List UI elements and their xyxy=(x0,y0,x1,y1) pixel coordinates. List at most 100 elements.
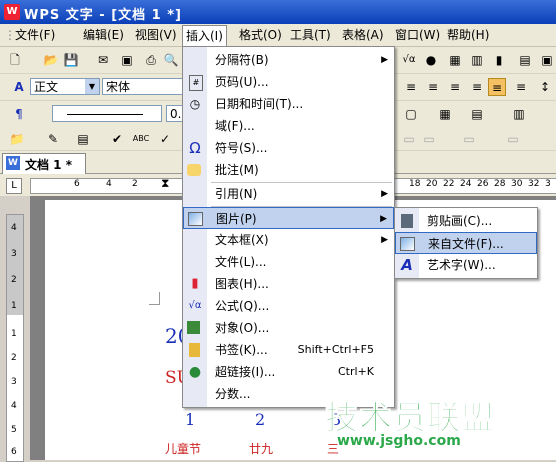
border-icon[interactable]: ▢ xyxy=(402,105,420,123)
formula-toolbar-icon[interactable]: √α xyxy=(400,51,418,69)
vertical-ruler: 4 3 2 1 1 2 3 4 5 6 xyxy=(6,214,24,462)
globe-icon[interactable]: ● xyxy=(422,51,440,69)
table-icon[interactable]: ▦ xyxy=(446,51,464,69)
print-icon[interactable]: ⎙ xyxy=(142,51,160,69)
review-icon[interactable]: ▭ xyxy=(504,130,522,148)
table-style-icon[interactable]: ▤ xyxy=(468,105,486,123)
calendar-holiday-2: 廿九 xyxy=(249,442,274,456)
menu-item-formula[interactable]: √α 公式(Q)... xyxy=(183,295,394,317)
open-folder-icon[interactable]: 📂 xyxy=(42,51,60,69)
align-center-icon[interactable]: ≡ xyxy=(424,78,442,96)
export-pdf-icon[interactable]: ▣ xyxy=(118,51,136,69)
omega-icon: Ω xyxy=(189,139,201,157)
list-icon[interactable]: ▤ xyxy=(74,130,92,148)
menu-item-chart[interactable]: ▮ 图表(H)... xyxy=(183,273,394,295)
show-hide-icon[interactable]: ▣ xyxy=(538,51,556,69)
accept-icon[interactable]: ▭ xyxy=(420,130,438,148)
vruler-tick: 3 xyxy=(11,377,17,387)
menu-window[interactable]: 窗口(W) xyxy=(392,27,443,43)
menu-tools[interactable]: 工具(T) xyxy=(287,27,334,43)
menu-item-clipart[interactable]: 剪贴画(C)... xyxy=(395,210,537,232)
title-bar: W WPS 文字 - [文档 1 *] xyxy=(0,0,556,24)
menu-item-hyperlink[interactable]: ● 超链接(I)... Ctrl+K xyxy=(183,361,394,383)
menu-item-file[interactable]: 文件(L)... xyxy=(183,251,394,273)
vruler-tick: 1 xyxy=(11,329,17,339)
menu-format[interactable]: 格式(O) xyxy=(236,27,285,43)
align-left-icon[interactable]: ≡ xyxy=(402,78,420,96)
menu-item-label: 艺术字(W)... xyxy=(427,258,496,272)
menu-item-reference[interactable]: 引用(N) ▶ xyxy=(183,183,394,205)
ruler-tick: 28 xyxy=(494,179,506,189)
print-preview-icon[interactable]: 🔍 xyxy=(162,51,180,69)
menu-item-label: 超链接(I)... xyxy=(215,365,276,379)
menu-item-textbox[interactable]: 文本框(X) ▶ xyxy=(183,229,394,251)
align-justify-icon[interactable]: ≡ xyxy=(468,78,486,96)
menu-edit[interactable]: 编辑(E) xyxy=(80,27,127,43)
folder-icon[interactable]: 📁 xyxy=(8,130,26,148)
insert-table-icon[interactable]: ▦ xyxy=(436,105,454,123)
menu-item-comment[interactable]: 批注(M) xyxy=(183,159,394,181)
menu-item-object[interactable]: 对象(O)... xyxy=(183,317,394,339)
submenu-arrow-icon: ▶ xyxy=(380,214,387,224)
merge-cells-icon[interactable]: ▥ xyxy=(510,105,528,123)
window-title: WPS 文字 - [文档 1 *] xyxy=(24,8,182,23)
menu-table[interactable]: 表格(A) xyxy=(339,27,387,43)
menu-item-datetime[interactable]: ◷ 日期和时间(T)... xyxy=(183,93,394,115)
indent-marker-icon[interactable]: ⧗ xyxy=(161,176,169,191)
menu-insert[interactable]: 插入(I) xyxy=(182,25,227,46)
document-map-icon[interactable]: ▤ xyxy=(516,51,534,69)
menu-item-page-number[interactable]: # 页码(U)... xyxy=(183,71,394,93)
style-combo[interactable]: 正文 ▼ xyxy=(30,78,100,95)
ruler-tick: 20 xyxy=(426,179,438,189)
new-document-icon[interactable]: 🗋 xyxy=(6,51,24,69)
menu-help[interactable]: 帮助(H) xyxy=(444,27,492,43)
menu-item-field[interactable]: 域(F)... xyxy=(183,115,394,137)
picture-icon xyxy=(188,212,203,226)
watermark: 技术员联盟 www.jsgho.com xyxy=(325,391,525,455)
chevron-down-icon[interactable]: ▼ xyxy=(85,79,99,94)
menu-item-label: 日期和时间(T)... xyxy=(215,97,304,111)
menu-item-wordart[interactable]: A 艺术字(W)... xyxy=(395,254,537,276)
menu-view[interactable]: 视图(V) xyxy=(132,27,180,43)
menu-item-bookmark[interactable]: 书签(K)... Shift+Ctrl+F5 xyxy=(183,339,394,361)
chart-icon: ▮ xyxy=(191,276,199,291)
bookmark-icon xyxy=(189,343,200,357)
abc-icon[interactable]: ABC xyxy=(132,130,150,148)
reject-icon[interactable]: ▭ xyxy=(460,130,478,148)
chart-toolbar-icon[interactable]: ▮ xyxy=(490,51,508,69)
ruler-tick: 32 xyxy=(528,179,540,189)
insert-menu: 分隔符(B) ▶ # 页码(U)... ◷ 日期和时间(T)... 域(F)..… xyxy=(182,46,395,408)
menu-item-label: 分数... xyxy=(215,387,251,401)
send-icon[interactable]: ✉ xyxy=(94,51,112,69)
save-icon[interactable]: 💾 xyxy=(62,51,80,69)
line-spacing-icon[interactable]: ↕ xyxy=(536,78,554,96)
document-tab[interactable]: W 文档 1 * xyxy=(2,153,86,174)
menubar-grip: ⋮ xyxy=(4,28,16,42)
calendar-day-2: 2 xyxy=(255,410,266,429)
line-style-combo[interactable] xyxy=(52,105,162,122)
menu-item-separator[interactable]: 分隔符(B) ▶ xyxy=(183,49,394,71)
comment-toolbar-icon[interactable]: ▭ xyxy=(400,130,418,148)
spelling-icon[interactable]: ✔ xyxy=(108,130,126,148)
columns-icon[interactable]: ▥ xyxy=(468,51,486,69)
track-changes-icon[interactable]: ✓ xyxy=(156,130,174,148)
style-combo-value: 正文 xyxy=(34,80,59,94)
edit-icon[interactable]: ✎ xyxy=(44,130,62,148)
line-sample xyxy=(67,114,143,115)
distribute-icon[interactable]: ≡ xyxy=(488,78,506,96)
menu-item-picture[interactable]: 图片(P) ▶ xyxy=(183,207,394,229)
ruler-tick: 3 xyxy=(545,179,551,189)
formula-icon: √α xyxy=(188,300,202,311)
menu-item-symbol[interactable]: Ω 符号(S)... xyxy=(183,137,394,159)
menu-item-from-file[interactable]: 来自文件(F)... xyxy=(395,232,537,254)
styles-icon[interactable]: A xyxy=(10,78,28,96)
text-direction-icon[interactable]: ¶ xyxy=(10,105,28,123)
picture-submenu: 剪贴画(C)... 来自文件(F)... A 艺术字(W)... xyxy=(394,207,538,279)
align-icon[interactable]: ≡ xyxy=(512,78,530,96)
font-combo[interactable]: 宋体 xyxy=(102,78,192,95)
menu-item-shortcut: Ctrl+K xyxy=(337,365,374,378)
menu-file[interactable]: 文件(F) xyxy=(12,27,58,43)
tab-stop-selector[interactable]: L xyxy=(6,178,22,194)
align-right-icon[interactable]: ≡ xyxy=(446,78,464,96)
app-icon: W xyxy=(4,4,20,20)
